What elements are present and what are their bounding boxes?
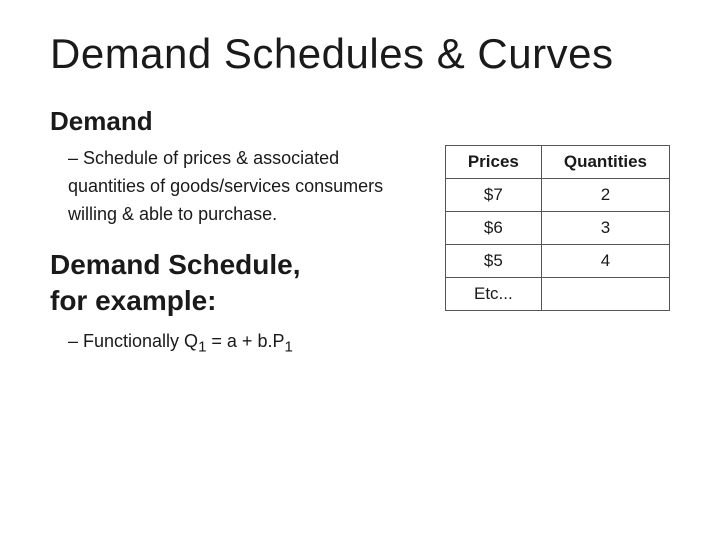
demand-schedule-table: Prices Quantities $72$63$54Etc...	[445, 145, 670, 311]
price-cell: $7	[445, 179, 541, 212]
bullet-text: – Schedule of prices & associated quanti…	[68, 145, 415, 229]
quantity-cell: 2	[541, 179, 669, 212]
content-area: – Schedule of prices & associated quanti…	[50, 145, 670, 356]
functionally-line: – Functionally Q1 = a + b.P1	[68, 331, 415, 356]
price-cell: $5	[445, 245, 541, 278]
col-quantities-header: Quantities	[541, 146, 669, 179]
table-row: $54	[445, 245, 669, 278]
main-title: Demand Schedules & Curves	[50, 30, 670, 78]
table-row: $63	[445, 212, 669, 245]
col-prices-header: Prices	[445, 146, 541, 179]
quantity-cell: 3	[541, 212, 669, 245]
formula-sub2: 1	[284, 339, 292, 356]
table-area: Prices Quantities $72$63$54Etc...	[445, 145, 670, 311]
quantity-cell: 4	[541, 245, 669, 278]
quantity-cell	[541, 278, 669, 311]
left-content: – Schedule of prices & associated quanti…	[50, 145, 415, 356]
demand-schedule-label: Demand Schedule, for example:	[50, 247, 415, 320]
section-label: Demand	[50, 106, 670, 137]
price-cell: $6	[445, 212, 541, 245]
slide: Demand Schedules & Curves Demand – Sched…	[0, 0, 720, 540]
table-row: $72	[445, 179, 669, 212]
table-row: Etc...	[445, 278, 669, 311]
price-cell: Etc...	[445, 278, 541, 311]
